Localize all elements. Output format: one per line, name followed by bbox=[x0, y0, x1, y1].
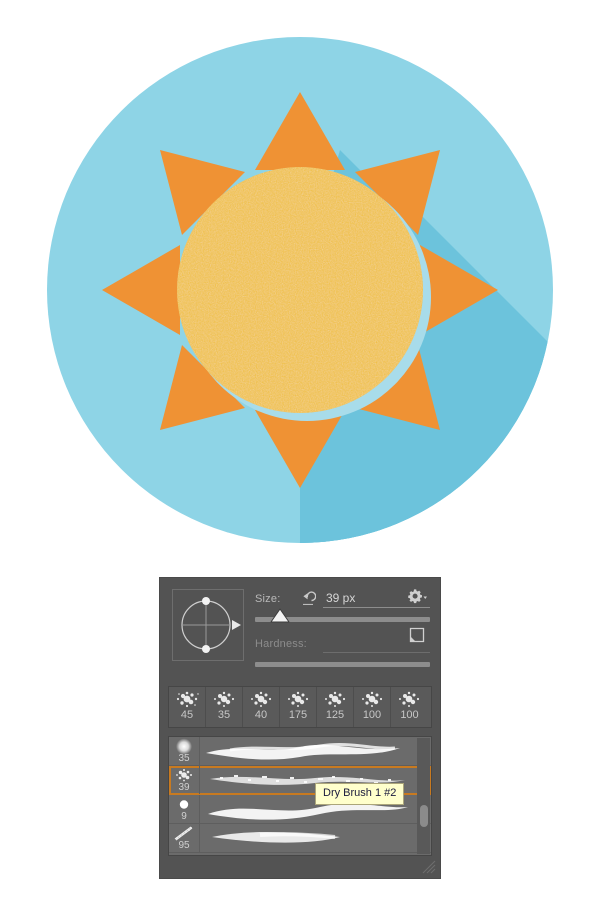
preset-size: 125 bbox=[325, 709, 345, 721]
brush-stroke-preview bbox=[200, 824, 431, 852]
hardness-slider[interactable] bbox=[255, 662, 430, 667]
preset-size: 100 bbox=[362, 709, 382, 721]
brush-stroke-preview bbox=[200, 737, 431, 765]
hardness-row: Hardness: bbox=[255, 635, 430, 655]
sun-disc bbox=[177, 167, 423, 413]
gear-icon[interactable] bbox=[406, 588, 428, 606]
sun-icon-illustration bbox=[0, 0, 600, 560]
preset-size: 40 bbox=[254, 709, 268, 721]
brush-name-tooltip: Dry Brush 1 #2 bbox=[315, 783, 405, 805]
brush-tip-cell: 9 bbox=[169, 795, 200, 823]
preset-size: 100 bbox=[400, 709, 419, 721]
brush-preset-strip[interactable]: 45 35 40 175 125 100 100 bbox=[168, 686, 432, 728]
resize-grip-icon[interactable] bbox=[420, 858, 436, 874]
brush-list-item[interactable]: 35 bbox=[169, 737, 431, 766]
brush-tip-cell: 39 bbox=[169, 766, 200, 794]
splatter-tip-icon bbox=[246, 689, 277, 710]
preset-size: 175 bbox=[288, 709, 308, 721]
splatter-tip-icon bbox=[172, 689, 203, 710]
screenshot-root: Size: 39 px Hardness: 45 35 40 175 125 1… bbox=[0, 0, 600, 904]
splatter-tip-icon bbox=[209, 689, 240, 710]
brush-size: 9 bbox=[181, 811, 187, 822]
panel-top-section: Size: 39 px Hardness: bbox=[160, 578, 440, 673]
splatter-tip-icon bbox=[283, 689, 314, 710]
brush-size: 35 bbox=[178, 753, 190, 764]
preset-cell[interactable]: 125 bbox=[317, 687, 354, 727]
brush-tip-cell: 95 bbox=[169, 824, 200, 852]
splatter-tip-icon bbox=[357, 689, 388, 710]
size-slider[interactable] bbox=[255, 608, 430, 623]
hardness-label: Hardness: bbox=[255, 638, 307, 650]
reset-arrow-icon[interactable] bbox=[300, 591, 317, 607]
brush-size: 95 bbox=[178, 840, 190, 851]
splatter-tip-icon bbox=[320, 689, 351, 710]
preset-cell[interactable]: 40 bbox=[243, 687, 280, 727]
preset-cell[interactable]: 100 bbox=[391, 687, 428, 727]
preset-size: 35 bbox=[217, 709, 231, 721]
preset-cell[interactable]: 100 bbox=[354, 687, 391, 727]
splatter-tip-icon bbox=[394, 689, 425, 710]
brush-tip-cell: 35 bbox=[169, 737, 200, 765]
preset-size: 45 bbox=[180, 709, 194, 721]
preset-cell[interactable]: 45 bbox=[169, 687, 206, 727]
brush-list-scrollbar[interactable] bbox=[417, 738, 430, 854]
size-row: Size: 39 px bbox=[255, 590, 430, 610]
brush-tip-preview[interactable] bbox=[172, 589, 244, 661]
preset-cell[interactable]: 175 bbox=[280, 687, 317, 727]
brush-preset-panel[interactable]: Size: 39 px Hardness: 45 35 40 175 125 1… bbox=[160, 578, 440, 878]
preset-cell[interactable]: 35 bbox=[206, 687, 243, 727]
scrollbar-thumb[interactable] bbox=[420, 805, 428, 828]
new-preset-icon[interactable] bbox=[408, 626, 426, 644]
brush-list-item[interactable]: 95 bbox=[169, 824, 431, 853]
brush-size: 39 bbox=[178, 782, 190, 793]
size-label: Size: bbox=[255, 593, 281, 605]
